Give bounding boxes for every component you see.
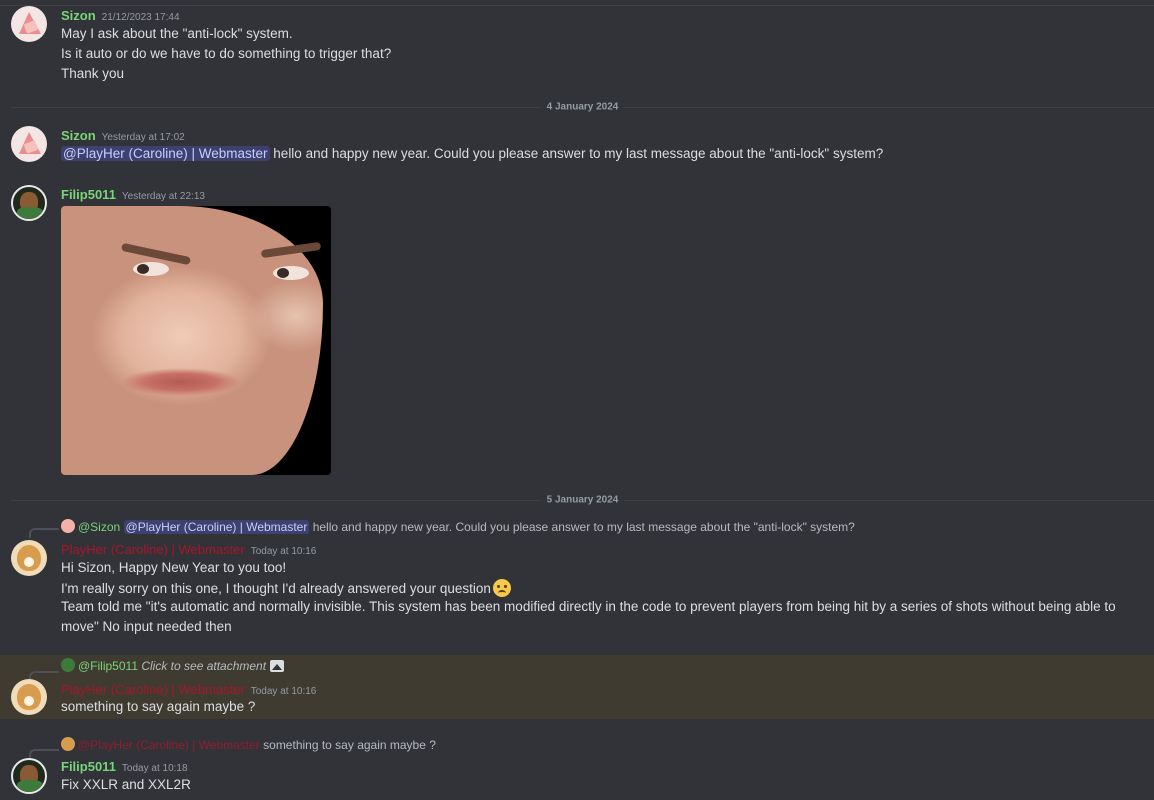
timestamp: Today at 10:16 [250, 686, 317, 697]
message-text-line: Is it auto or do we have to do something… [61, 46, 392, 61]
reply-text: something to say again maybe ? [263, 738, 436, 752]
date-divider-label: 5 January 2024 [540, 494, 625, 506]
username[interactable]: PlayHer (Caroline) | Webmaster [61, 682, 245, 697]
username[interactable]: Sizon [61, 128, 96, 143]
timestamp: 21/12/2023 17:44 [101, 12, 180, 23]
reply-mention[interactable]: @PlayHer (Caroline) | Webmaster [123, 520, 310, 534]
message-text: @PlayHer (Caroline) | Webmaster hello an… [61, 146, 883, 161]
username[interactable]: Filip5011 [61, 187, 116, 202]
avatar-playher[interactable] [11, 679, 47, 715]
reply-text: hello and happy new year. Could you plea… [312, 520, 855, 534]
message-5-highlighted[interactable]: @Filip5011 Click to see attachment PlayH… [0, 655, 1154, 719]
message-text-line: May I ask about the "anti-lock" system. [61, 26, 293, 41]
date-divider-label: 4 January 2024 [540, 101, 625, 113]
reply-preview[interactable]: @PlayHer (Caroline) | Webmaster somethin… [61, 737, 436, 752]
timestamp: Today at 10:18 [121, 763, 188, 774]
message-text-line: I'm really sorry on this one, I thought … [61, 579, 511, 597]
message-text-line: Team told me "it's automatic and normall… [61, 599, 1116, 614]
message-header: Filip5011 Yesterday at 22:13 [61, 186, 205, 204]
reply-spine [29, 749, 59, 759]
timestamp: Yesterday at 22:13 [121, 191, 205, 202]
avatar-playher[interactable] [11, 540, 47, 576]
reply-avatar [61, 519, 75, 533]
message-body: hello and happy new year. Could you plea… [273, 146, 884, 161]
user-mention[interactable]: @PlayHer (Caroline) | Webmaster [61, 146, 270, 161]
image-detail [133, 262, 169, 276]
username[interactable]: Filip5011 [61, 759, 116, 774]
reply-attachment-text[interactable]: Click to see attachment [141, 659, 266, 673]
reply-preview[interactable]: @Sizon @PlayHer (Caroline) | Webmaster h… [61, 519, 855, 534]
image-detail [273, 266, 309, 280]
reply-avatar [61, 658, 75, 672]
message-header: PlayHer (Caroline) | Webmaster Today at 1… [61, 681, 316, 699]
message-header: Filip5011 Today at 10:18 [61, 758, 188, 776]
username[interactable]: Sizon [61, 8, 96, 23]
message-text-line: Thank you [61, 66, 125, 81]
reply-avatar [61, 737, 75, 751]
message-text-line: Hi Sizon, Happy New Year to you too! [61, 560, 287, 575]
message-4[interactable]: @Sizon @PlayHer (Caroline) | Webmaster h… [0, 512, 1154, 644]
message-header: Sizon 21/12/2023 17:44 [61, 7, 180, 25]
reply-username[interactable]: @PlayHer (Caroline) | Webmaster [78, 738, 260, 752]
date-divider: 5 January 2024 [11, 494, 1154, 506]
reply-spine [29, 528, 59, 538]
message-text-line: Fix XXLR and XXL2R [61, 777, 191, 792]
reply-username[interactable]: @Filip5011 [78, 659, 138, 673]
timestamp: Today at 10:16 [250, 546, 317, 557]
worried-face-emoji-icon [492, 579, 511, 597]
message-text-line: move" No input needed then [61, 619, 232, 634]
reply-preview[interactable]: @Filip5011 Click to see attachment [61, 658, 285, 673]
message-header: Sizon Yesterday at 17:02 [61, 127, 185, 145]
message-text-line: something to say again maybe ? [61, 699, 256, 714]
avatar-sizon[interactable] [11, 126, 47, 162]
message-6[interactable]: @PlayHer (Caroline) | Webmaster somethin… [0, 734, 1154, 800]
timestamp: Yesterday at 17:02 [101, 132, 185, 143]
message-1[interactable]: Sizon 21/12/2023 17:44 May I ask about th… [0, 0, 1154, 100]
avatar-filip5011[interactable] [11, 758, 47, 794]
image-attachment[interactable] [61, 206, 331, 475]
avatar-sizon[interactable] [11, 6, 47, 42]
message-2[interactable]: Sizon Yesterday at 17:02 @PlayHer (Caroli… [0, 120, 1154, 172]
image-icon [270, 660, 285, 672]
username[interactable]: PlayHer (Caroline) | Webmaster [61, 542, 245, 557]
message-text: I'm really sorry on this one, I thought … [61, 581, 491, 596]
message-header: PlayHer (Caroline) | Webmaster Today at 1… [61, 541, 316, 559]
avatar-filip5011[interactable] [11, 185, 47, 221]
reply-username[interactable]: @Sizon [78, 520, 120, 534]
date-divider: 4 January 2024 [11, 101, 1154, 113]
chat-message-list: Sizon 21/12/2023 17:44 May I ask about th… [0, 0, 1154, 800]
